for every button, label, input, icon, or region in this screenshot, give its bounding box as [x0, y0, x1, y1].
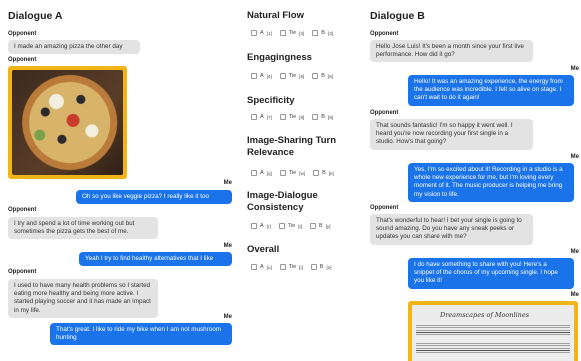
checkbox[interactable] [312, 30, 319, 36]
speaker-label: Me [570, 292, 579, 298]
option-a[interactable]: A [7] [251, 114, 272, 120]
option-tie[interactable]: Tie [5] [279, 73, 304, 79]
veggie-pizza-image [12, 70, 123, 175]
checkbox[interactable] [251, 170, 257, 176]
speaker-label: Opponent [370, 31, 399, 37]
speaker-label: Me [570, 66, 579, 72]
checkbox[interactable] [310, 223, 317, 229]
option-a[interactable]: A [q] [251, 170, 272, 176]
shared-image-frame: Dreamscapes of Moonlines [408, 301, 578, 361]
shared-image-frame [8, 66, 127, 179]
rating-options: A [q] Tie [w] B [e] [251, 170, 334, 176]
speaker-label: Me [223, 314, 232, 320]
speaker-label: Opponent [8, 207, 37, 213]
question-title: Natural Flow [247, 10, 305, 21]
checkbox[interactable] [251, 30, 257, 36]
option-a[interactable]: A [4] [251, 73, 272, 79]
sheet-music-title: Dreamscapes of Moonlines [440, 311, 530, 319]
rating-options: A [u] Tie [i] B [o] [251, 264, 332, 270]
option-b[interactable]: B [y] [310, 223, 331, 229]
question-title: Image-Dialogue Consistency [247, 190, 318, 213]
option-b[interactable]: B [3] [312, 30, 333, 36]
option-b[interactable]: B [e] [313, 170, 334, 176]
speaker-label: Me [223, 180, 232, 186]
option-tie[interactable]: Tie [t] [278, 223, 302, 229]
speaker-label: Opponent [8, 31, 37, 37]
question-title: Specificity [247, 95, 295, 106]
me-message: Hello! It was an amazing experience, the… [408, 75, 574, 106]
rating-options: A [7] Tie [8] B [9] [251, 114, 333, 120]
rating-options: A [r] Tie [t] B [y] [251, 223, 331, 229]
opponent-message: That sounds fantastic! I'm so happy it w… [370, 119, 533, 150]
option-a[interactable]: A [1] [251, 30, 272, 36]
checkbox[interactable] [251, 223, 257, 229]
me-message: I do have something to share with you! H… [408, 258, 574, 289]
question-title: Overall [247, 244, 280, 255]
me-message: Yeah I try to find healthy alternatives … [79, 252, 232, 267]
checkbox[interactable] [251, 114, 257, 120]
option-tie[interactable]: Tie [i] [279, 264, 303, 270]
checkbox[interactable] [279, 30, 286, 36]
music-staff [416, 343, 570, 353]
ratings-panel: Natural Flow A [1] Tie [2] B [3] Engagingne… [247, 0, 357, 361]
me-message: Yes, I'm so excited about it! Recording … [408, 163, 574, 202]
option-b[interactable]: B [6] [312, 73, 333, 79]
checkbox[interactable] [279, 170, 286, 176]
option-tie[interactable]: Tie [w] [279, 170, 305, 176]
dialogue-b-panel: Dialogue B Opponent Hello Jose Luis! It'… [368, 0, 581, 361]
speaker-label: Opponent [370, 110, 399, 116]
checkbox[interactable] [251, 73, 257, 79]
dialogue-b-title: Dialogue B [370, 10, 425, 22]
checkbox[interactable] [312, 73, 319, 79]
option-tie[interactable]: Tie [2] [279, 30, 304, 36]
question-title: Engagingness [247, 52, 312, 63]
me-message: That's great. I like to ride my bike whe… [50, 323, 232, 346]
checkbox[interactable] [279, 73, 286, 79]
checkbox[interactable] [278, 223, 285, 229]
music-staff [416, 325, 570, 335]
opponent-message: Hello Jose Luis! It's been a month since… [370, 40, 533, 63]
option-b[interactable]: B [o] [310, 264, 332, 270]
speaker-label: Opponent [8, 57, 37, 63]
option-a[interactable]: A [r] [251, 223, 271, 229]
speaker-label: Opponent [370, 205, 399, 211]
opponent-message: I try and spend a lot of time working ou… [8, 217, 158, 240]
speaker-label: Me [570, 249, 579, 255]
speaker-label: Me [570, 154, 579, 160]
checkbox[interactable] [313, 170, 320, 176]
question-title: Image-Sharing Turn Relevance [247, 135, 337, 158]
speaker-label: Opponent [8, 269, 37, 275]
opponent-message: I made an amazing pizza the other day [8, 40, 140, 55]
speaker-label: Me [223, 243, 232, 249]
checkbox[interactable] [310, 264, 317, 270]
sheet-music-image: Dreamscapes of Moonlines [412, 305, 574, 361]
checkbox[interactable] [279, 114, 286, 120]
option-tie[interactable]: Tie [8] [279, 114, 304, 120]
dialogue-a-panel: Dialogue A Opponent I made an amazing pi… [0, 0, 240, 361]
dialogue-a-title: Dialogue A [8, 10, 63, 22]
rating-options: A [1] Tie [2] B [3] [251, 30, 333, 36]
opponent-message: That's wonderful to hear! I bet your sin… [370, 214, 533, 245]
checkbox[interactable] [312, 114, 319, 120]
opponent-message: I used to have many health problems so I… [8, 279, 158, 318]
checkbox[interactable] [279, 264, 286, 270]
option-a[interactable]: A [u] [251, 264, 272, 270]
checkbox[interactable] [251, 264, 257, 270]
me-message: Oh so you like veggie pizza? I really li… [76, 190, 232, 205]
option-b[interactable]: B [9] [312, 114, 333, 120]
rating-options: A [4] Tie [5] B [6] [251, 73, 333, 79]
